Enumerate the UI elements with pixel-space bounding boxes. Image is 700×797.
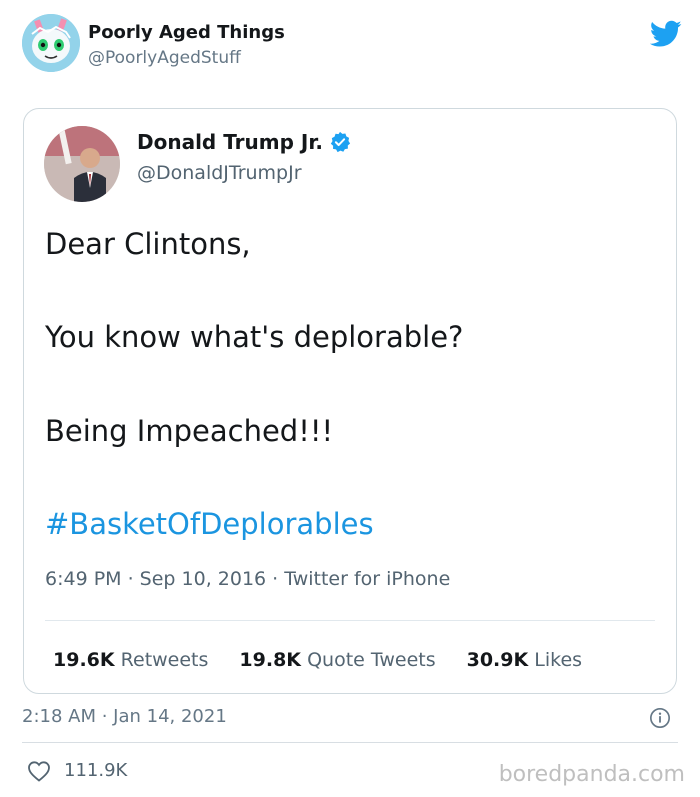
tweet-meta[interactable]: 6:49 PM · Sep 10, 2016 · Twitter for iPh… (45, 568, 450, 590)
outer-tweet-header: Poorly Aged Things @PoorlyAgedStuff (22, 14, 682, 80)
hashtag-link[interactable]: #BasketOfDeplorables (45, 507, 374, 541)
watermark: boredpanda.com (498, 762, 685, 787)
twitter-bird-icon[interactable] (650, 20, 682, 48)
info-icon[interactable] (649, 707, 671, 729)
tweet-text-line: Dear Clintons, (45, 227, 251, 261)
stat-retweets[interactable]: 19.6K Retweets (53, 649, 208, 671)
stat-value: 30.9K (466, 649, 529, 671)
cartoon-avatar-icon (22, 14, 80, 72)
stat-value: 19.6K (53, 649, 115, 671)
engagement-stats: 19.6K Retweets 19.8K Quote Tweets 30.9K … (53, 649, 613, 671)
like-count[interactable]: 111.9K (64, 760, 127, 781)
verified-badge-icon (330, 131, 351, 153)
heart-icon[interactable] (27, 760, 51, 782)
stat-label: Quote Tweets (307, 649, 436, 671)
inner-author-handle[interactable]: @DonaldJTrumpJr (137, 162, 302, 184)
outer-author-name[interactable]: Poorly Aged Things (88, 22, 285, 43)
tweet-text-line: Being Impeached!!! (45, 414, 334, 448)
outer-avatar[interactable] (22, 14, 80, 72)
divider (22, 742, 678, 743)
tweet-text-line: You know what's deplorable? (45, 320, 464, 354)
inner-author-row: Donald Trump Jr. (137, 130, 351, 154)
divider (45, 620, 655, 621)
outer-timestamp[interactable]: 2:18 AM · Jan 14, 2021 (22, 706, 227, 727)
inner-avatar[interactable] (44, 126, 120, 202)
stat-quote-tweets[interactable]: 19.8K Quote Tweets (239, 649, 435, 671)
inner-author-name[interactable]: Donald Trump Jr. (137, 130, 323, 154)
stat-value: 19.8K (239, 649, 302, 671)
profile-photo-icon (44, 126, 120, 202)
stat-label: Likes (534, 649, 583, 671)
quoted-tweet-card[interactable]: Donald Trump Jr. @DonaldJTrumpJr Dear Cl… (23, 108, 677, 694)
stat-likes[interactable]: 30.9K Likes (467, 649, 582, 671)
stat-label: Retweets (120, 649, 209, 671)
outer-author-handle[interactable]: @PoorlyAgedStuff (88, 48, 241, 68)
